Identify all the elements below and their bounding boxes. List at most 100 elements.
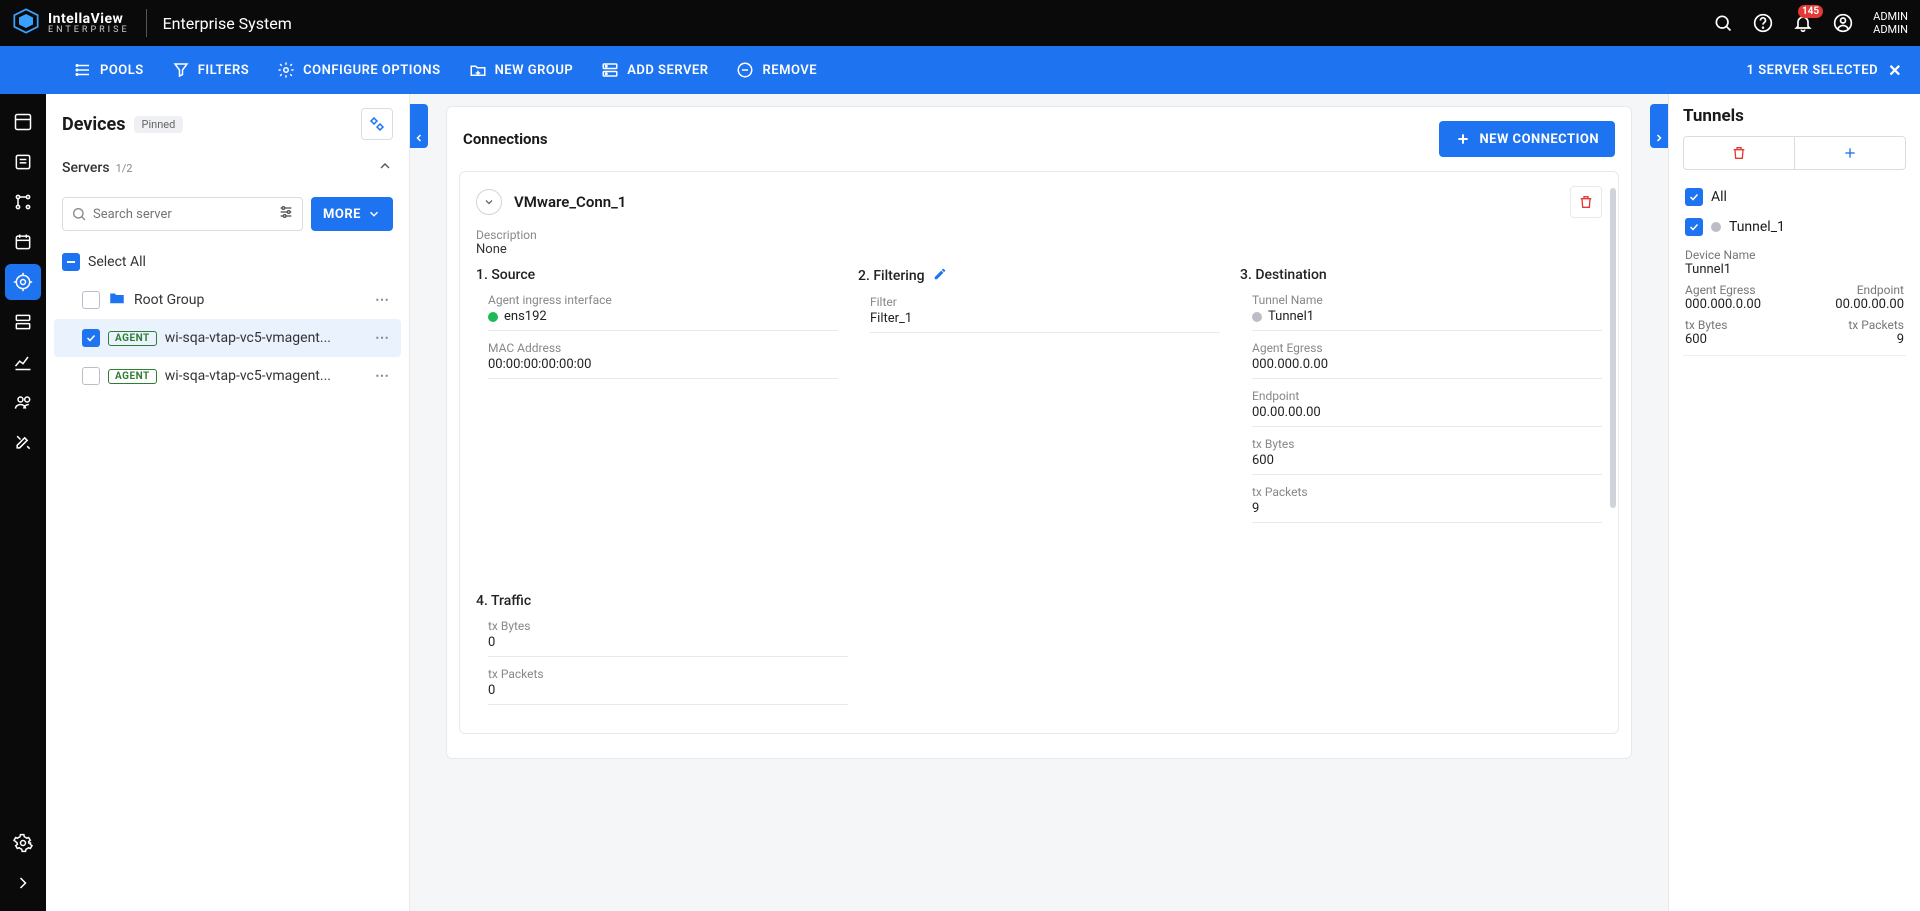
brand-logo: IntellaView ENTERPRISE bbox=[12, 7, 130, 39]
rail-calendar-icon[interactable] bbox=[5, 224, 41, 260]
source-section: 1. Source Agent ingress interface ens192… bbox=[476, 267, 838, 533]
tunnel-all-row[interactable]: All bbox=[1683, 182, 1906, 212]
rail-dashboard-icon[interactable] bbox=[5, 104, 41, 140]
servers-count: 1/2 bbox=[116, 162, 133, 175]
add-server-button[interactable]: ADD SERVER bbox=[587, 46, 722, 94]
tunnel-name-value: Tunnel1 bbox=[1268, 309, 1314, 324]
server-row-2[interactable]: AGENT wi-sqa-vtap-vc5-vmagent... ⋯ bbox=[54, 357, 401, 395]
filter-value: Filter_1 bbox=[870, 311, 912, 326]
tun-devname-label: Device Name bbox=[1685, 248, 1756, 262]
destination-section: 3. Destination Tunnel Name Tunnel1 Agent… bbox=[1240, 267, 1602, 533]
endpoint-value: 00.00.00.00 bbox=[1252, 405, 1321, 420]
devices-settings-button[interactable] bbox=[361, 108, 393, 140]
tunnel-1-checkbox[interactable] bbox=[1685, 218, 1703, 236]
source-title: 1. Source bbox=[476, 267, 838, 283]
remove-button[interactable]: REMOVE bbox=[722, 46, 831, 94]
select-all-label: Select All bbox=[88, 254, 393, 270]
chevron-down-icon bbox=[367, 207, 381, 221]
status-dot-gray-icon bbox=[1252, 312, 1262, 322]
help-icon[interactable] bbox=[1753, 13, 1773, 33]
tunnel-name-label: Tunnel Name bbox=[1252, 293, 1602, 307]
add-server-label: ADD SERVER bbox=[627, 63, 708, 78]
search-icon[interactable] bbox=[1713, 13, 1733, 33]
filters-label: FILTERS bbox=[198, 63, 249, 78]
tun-txbytes-label: tx Bytes bbox=[1685, 318, 1728, 332]
traffic-title: 4. Traffic bbox=[476, 593, 848, 609]
agent-chip: AGENT bbox=[108, 369, 157, 384]
tunnel-1-details: Device Name Tunnel1 Agent EgressEndpoint… bbox=[1683, 248, 1906, 356]
server-row-1[interactable]: AGENT wi-sqa-vtap-vc5-vmagent... ⋯ bbox=[54, 319, 401, 357]
user-icon[interactable] bbox=[1833, 13, 1853, 33]
tun-txpackets-label: tx Packets bbox=[1848, 318, 1904, 332]
devices-title: Devices bbox=[62, 114, 126, 135]
connection-card: VMware_Conn_1 Description None 1. Source… bbox=[459, 171, 1619, 734]
tunnels-panel: Tunnels All Tunnel_1 Device Name Tunnel1… bbox=[1668, 94, 1920, 911]
pools-button[interactable]: POOLS bbox=[60, 46, 158, 94]
delete-tunnel-button[interactable] bbox=[1683, 136, 1794, 170]
rail-flow-icon[interactable] bbox=[5, 184, 41, 220]
rail-settings-icon[interactable] bbox=[5, 825, 41, 861]
remove-label: REMOVE bbox=[762, 63, 817, 78]
egress-value: 000.000.0.00 bbox=[1252, 357, 1328, 372]
server-1-label: wi-sqa-vtap-vc5-vmagent... bbox=[165, 330, 363, 346]
new-connection-button[interactable]: NEW CONNECTION bbox=[1439, 121, 1615, 157]
clear-selection-button[interactable]: ✕ bbox=[1888, 61, 1902, 80]
search-server-input[interactable] bbox=[93, 207, 272, 222]
tunnel-1-row[interactable]: Tunnel_1 bbox=[1683, 212, 1906, 242]
add-tunnel-button[interactable] bbox=[1794, 136, 1906, 170]
new-group-button[interactable]: NEW GROUP bbox=[455, 46, 588, 94]
rail-users-icon[interactable] bbox=[5, 384, 41, 420]
select-all-row[interactable]: Select All bbox=[54, 243, 401, 281]
tunnel-all-checkbox[interactable] bbox=[1685, 188, 1703, 206]
filtering-section: 2. Filtering Filter Filter_1 bbox=[858, 267, 1220, 533]
root-group-menu[interactable]: ⋯ bbox=[371, 292, 393, 308]
mac-label: MAC Address bbox=[488, 341, 838, 355]
server-2-label: wi-sqa-vtap-vc5-vmagent... bbox=[165, 368, 363, 384]
filters-button[interactable]: FILTERS bbox=[158, 46, 263, 94]
rail-analytics-icon[interactable] bbox=[5, 344, 41, 380]
collapse-connection-button[interactable] bbox=[476, 189, 502, 215]
status-dot-gray-icon bbox=[1711, 222, 1721, 232]
egress-label: Agent Egress bbox=[1252, 341, 1602, 355]
edit-filtering-button[interactable] bbox=[933, 267, 947, 285]
rail-tools-icon[interactable] bbox=[5, 424, 41, 460]
rail-list-icon[interactable] bbox=[5, 144, 41, 180]
tun-egress-value: 000.000.0.00 bbox=[1685, 297, 1761, 312]
search-server-input-wrap[interactable] bbox=[62, 197, 303, 231]
more-button[interactable]: MORE bbox=[311, 197, 393, 231]
status-dot-green-icon bbox=[488, 312, 498, 322]
server-2-menu[interactable]: ⋯ bbox=[371, 368, 393, 384]
filter-settings-icon[interactable] bbox=[278, 204, 294, 224]
user-label: ADMIN ADMIN bbox=[1873, 10, 1908, 36]
brand-sub: ENTERPRISE bbox=[48, 26, 130, 35]
ingress-label: Agent ingress interface bbox=[488, 293, 838, 307]
configure-options-button[interactable]: CONFIGURE OPTIONS bbox=[263, 46, 454, 94]
search-icon bbox=[71, 206, 87, 222]
selection-status-text: 1 SERVER SELECTED bbox=[1747, 63, 1879, 78]
scrollbar[interactable] bbox=[1610, 188, 1616, 508]
endpoint-label: Endpoint bbox=[1252, 389, 1602, 403]
delete-connection-button[interactable] bbox=[1570, 186, 1602, 218]
tun-egress-label: Agent Egress bbox=[1685, 283, 1756, 297]
filter-label: Filter bbox=[870, 295, 1220, 309]
collapse-tunnels-handle[interactable] bbox=[1650, 104, 1668, 148]
user-line2: ADMIN bbox=[1873, 23, 1908, 36]
servers-section-toggle[interactable]: Servers 1/2 bbox=[46, 146, 409, 189]
server-1-checkbox[interactable] bbox=[82, 329, 100, 347]
configure-label: CONFIGURE OPTIONS bbox=[303, 63, 440, 78]
connections-area: Connections NEW CONNECTION VMware_Conn_1… bbox=[428, 94, 1650, 911]
rail-expand-icon[interactable] bbox=[5, 865, 41, 901]
root-group-row[interactable]: Root Group ⋯ bbox=[54, 281, 401, 319]
select-all-checkbox[interactable] bbox=[62, 253, 80, 271]
side-rail bbox=[0, 94, 46, 911]
collapse-devices-handle[interactable] bbox=[410, 104, 428, 148]
notifications-icon[interactable]: 145 bbox=[1793, 13, 1813, 33]
tunnels-title: Tunnels bbox=[1683, 106, 1906, 126]
rail-devices-icon[interactable] bbox=[5, 264, 41, 300]
server-2-checkbox[interactable] bbox=[82, 367, 100, 385]
system-name: Enterprise System bbox=[163, 14, 292, 33]
tunnel-1-label: Tunnel_1 bbox=[1729, 219, 1785, 235]
server-1-menu[interactable]: ⋯ bbox=[371, 330, 393, 346]
rail-storage-icon[interactable] bbox=[5, 304, 41, 340]
root-group-checkbox[interactable] bbox=[82, 291, 100, 309]
